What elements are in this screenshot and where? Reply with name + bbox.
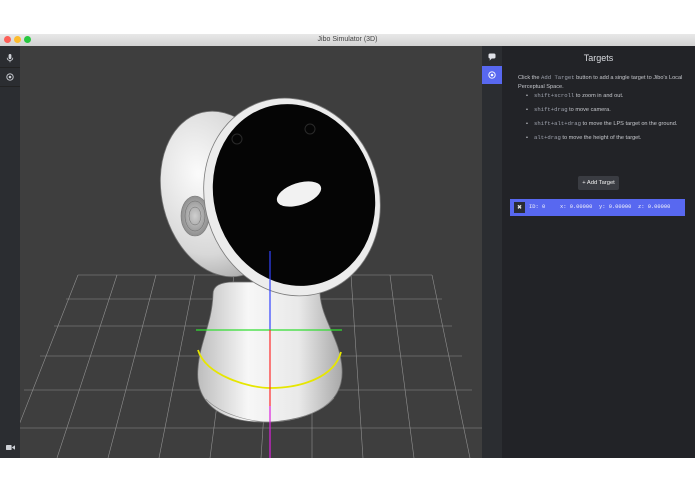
target-x: x: 0.00000	[560, 204, 593, 210]
jibo-robot-scene	[20, 97, 482, 458]
chat-bubble-icon	[488, 53, 496, 61]
panel-description: Click the Add Target button to add a sin…	[518, 74, 683, 90]
microphone-icon	[6, 53, 14, 62]
video-camera-icon	[5, 444, 15, 450]
shortcut-item: shift+alt+drag to move the LPS target on…	[526, 120, 686, 128]
add-target-button[interactable]: + Add Target	[578, 176, 619, 190]
target-row[interactable]: ✖ ID: 0 x: 0.00000 y: 0.00000 z: 0.00000	[510, 199, 685, 216]
shortcut-item: shift+scroll to zoom in and out.	[526, 92, 686, 100]
microphone-button[interactable]	[0, 49, 20, 67]
3d-viewport[interactable]	[20, 46, 482, 458]
shortcut-list: shift+scroll to zoom in and out. shift+d…	[526, 92, 686, 148]
target-icon	[488, 71, 496, 79]
shortcut-item: alt+drag to move the height of the targe…	[526, 134, 686, 142]
targets-panel: Targets Click the Add Target button to a…	[502, 46, 695, 458]
camera-button[interactable]	[0, 438, 20, 456]
app-window: Jibo Simulator (3D) Targets Click the Ad…	[0, 34, 695, 458]
left-toolbar	[0, 46, 21, 458]
tab-targets[interactable]	[482, 66, 502, 84]
target-y: y: 0.00000	[599, 204, 632, 210]
window-title: Jibo Simulator (3D)	[317, 36, 378, 43]
target-icon	[6, 73, 14, 81]
target-id: ID: 0	[529, 204, 546, 210]
delete-target-button[interactable]: ✖	[514, 202, 525, 213]
tab-chat[interactable]	[482, 48, 502, 66]
lps-target-button[interactable]	[0, 67, 20, 87]
right-tab-strip	[482, 46, 502, 458]
target-z: z: 0.00000	[638, 204, 671, 210]
add-target-code: Add Target	[541, 74, 575, 81]
panel-title: Targets	[583, 53, 614, 63]
jibo-head	[159, 97, 381, 297]
shortcut-item: shift+drag to move camera.	[526, 106, 686, 114]
